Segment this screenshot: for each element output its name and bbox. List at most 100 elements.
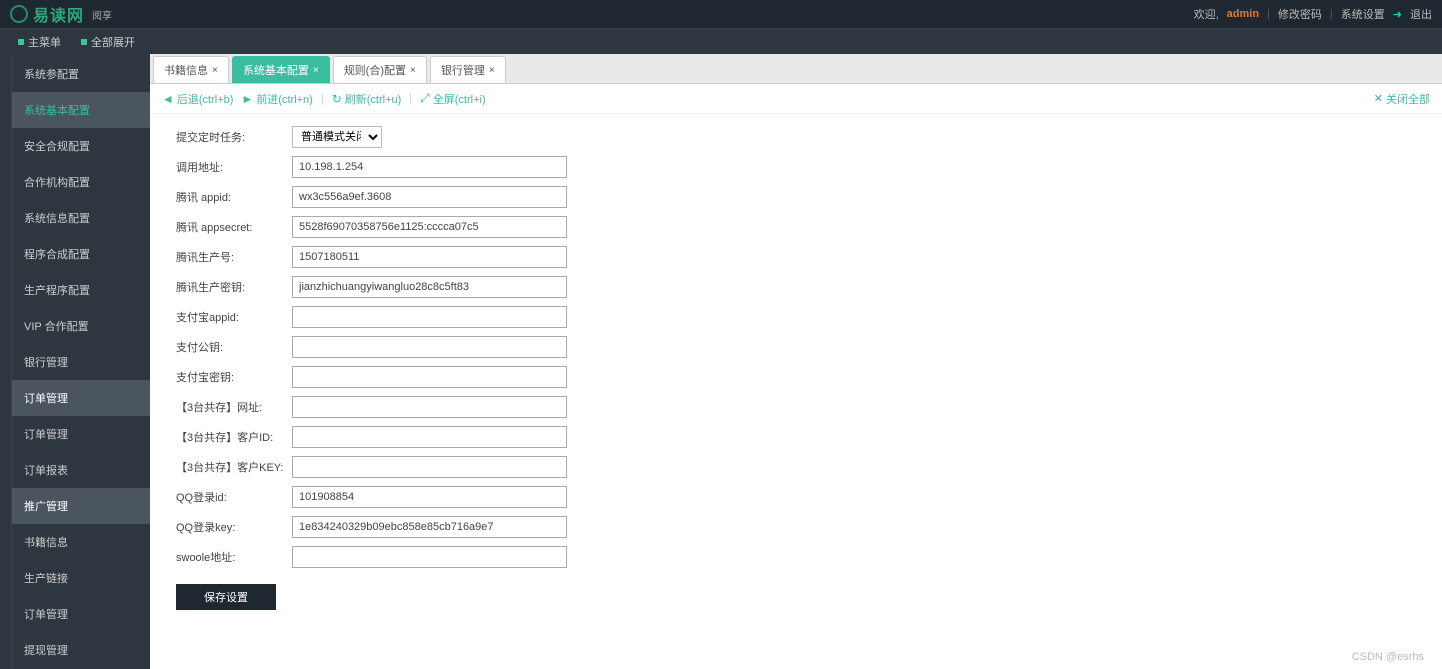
- label-callurl: 调用地址:: [176, 159, 292, 175]
- page-toolbar: ◄ 后退(ctrl+b) ► 前进(ctrl+n) | ↻ 刷新(ctrl+u)…: [150, 84, 1442, 114]
- label-paypub: 支付公钥:: [176, 339, 292, 355]
- menu-expand-all[interactable]: 全部展开: [81, 34, 135, 50]
- label-coexid: 【3台共存】客户ID:: [176, 429, 292, 445]
- sidebar-item-programgen[interactable]: 程序合成配置: [12, 236, 150, 272]
- form-row-alipaykey: 支付宝密钥:: [176, 366, 1416, 388]
- form-row-qqid: QQ登录id:: [176, 486, 1416, 508]
- form-row-callurl: 调用地址:: [176, 156, 1416, 178]
- label-qqkey: QQ登录key:: [176, 519, 292, 535]
- menu-expand-label: 全部展开: [91, 34, 135, 50]
- sidebar-item-orders2[interactable]: 订单管理: [12, 416, 150, 452]
- input-qqkey[interactable]: [292, 516, 567, 538]
- arrow-icon: ➜: [1393, 8, 1402, 21]
- back-button[interactable]: ◄ 后退(ctrl+b): [162, 91, 233, 107]
- dot-icon: [81, 39, 87, 45]
- sidebar-item-bookinfo[interactable]: 书籍信息: [12, 524, 150, 560]
- label-crontask: 提交定时任务:: [176, 129, 292, 145]
- tab-bookinfo[interactable]: 书籍信息 ×: [153, 56, 229, 83]
- input-callurl[interactable]: [292, 156, 567, 178]
- sidebar-item-bank[interactable]: 银行管理: [12, 344, 150, 380]
- form-row-appid: 腾讯 appid:: [176, 186, 1416, 208]
- input-alipayid[interactable]: [292, 306, 567, 328]
- logo-text: 易读网: [33, 2, 84, 26]
- input-mchkey[interactable]: [292, 276, 567, 298]
- form-area: 提交定时任务: 普通模式关闭 调用地址: 腾讯 appid: 腾讯 appsec…: [150, 114, 1442, 669]
- sidebar-item-vip[interactable]: VIP 合作配置: [12, 308, 150, 344]
- input-alipaykey[interactable]: [292, 366, 567, 388]
- sidebar-item-partner[interactable]: 合作机构配置: [12, 164, 150, 200]
- sidebar-item-withdraw[interactable]: 提现管理: [12, 632, 150, 668]
- form-row-qqkey: QQ登录key:: [176, 516, 1416, 538]
- input-appsecret[interactable]: [292, 216, 567, 238]
- body-wrap: 系统参配置 系统基本配置 安全合规配置 合作机构配置 系统信息配置 程序合成配置…: [0, 54, 1442, 669]
- tab-label: 银行管理: [441, 62, 485, 78]
- sidebar-item-promo[interactable]: 推广管理: [12, 488, 150, 524]
- username: admin: [1227, 8, 1259, 20]
- input-paypub[interactable]: [292, 336, 567, 358]
- logo: 易读网 阅享: [10, 2, 112, 26]
- link-settings[interactable]: 系统设置: [1341, 6, 1385, 22]
- save-button[interactable]: 保存设置: [176, 584, 276, 610]
- form-row-appsecret: 腾讯 appsecret:: [176, 216, 1416, 238]
- label-appsecret: 腾讯 appsecret:: [176, 219, 292, 235]
- sidebar-item-orders3[interactable]: 订单管理: [12, 596, 150, 632]
- input-mchid[interactable]: [292, 246, 567, 268]
- tab-bank[interactable]: 银行管理 ×: [430, 56, 506, 83]
- input-qqid[interactable]: [292, 486, 567, 508]
- tab-sysbasic[interactable]: 系统基本配置 ×: [232, 56, 330, 83]
- select-crontask[interactable]: 普通模式关闭: [292, 126, 382, 148]
- topbar: 易读网 阅享 欢迎, admin | 修改密码 | 系统设置 ➜ 退出: [0, 0, 1442, 28]
- fullscreen-label: 全屏(ctrl+i): [433, 91, 486, 107]
- sidebar-item-sysinfo[interactable]: 系统信息配置: [12, 200, 150, 236]
- close-all-label: 关闭全部: [1386, 91, 1430, 107]
- back-label: 后退(ctrl+b): [177, 91, 234, 107]
- menu-main[interactable]: 主菜单: [18, 34, 61, 50]
- label-mchid: 腾讯生产号:: [176, 249, 292, 265]
- forward-button[interactable]: ► 前进(ctrl+n): [241, 91, 312, 107]
- link-logout[interactable]: 退出: [1410, 6, 1432, 22]
- sidebar-item-sysbasic[interactable]: 系统基本配置: [12, 92, 150, 128]
- close-icon[interactable]: ×: [212, 65, 218, 76]
- form-row-coexkey: 【3台共存】客户KEY:: [176, 456, 1416, 478]
- tab-rules[interactable]: 规则(合)配置 ×: [333, 56, 427, 83]
- dot-icon: [18, 39, 24, 45]
- refresh-icon: ↻: [332, 92, 342, 106]
- input-swoole[interactable]: [292, 546, 567, 568]
- refresh-button[interactable]: ↻ 刷新(ctrl+u): [332, 91, 402, 107]
- sidebar-item-security[interactable]: 安全合规配置: [12, 128, 150, 164]
- label-alipaykey: 支付宝密钥:: [176, 369, 292, 385]
- label-mchkey: 腾讯生产密钥:: [176, 279, 292, 295]
- back-icon: ◄: [162, 92, 174, 106]
- close-icon[interactable]: ×: [313, 65, 319, 76]
- main: 书籍信息 × 系统基本配置 × 规则(合)配置 × 银行管理 × ◄ 后退(ct…: [150, 54, 1442, 669]
- link-change-pw[interactable]: 修改密码: [1278, 6, 1322, 22]
- forward-label: 前进(ctrl+n): [256, 91, 313, 107]
- form-row-crontask: 提交定时任务: 普通模式关闭: [176, 126, 1416, 148]
- label-qqid: QQ登录id:: [176, 489, 292, 505]
- form-row-alipayid: 支付宝appid:: [176, 306, 1416, 328]
- label-alipayid: 支付宝appid:: [176, 309, 292, 325]
- close-icon[interactable]: ×: [410, 65, 416, 76]
- forward-icon: ►: [241, 92, 253, 106]
- input-coexkey[interactable]: [292, 456, 567, 478]
- close-icon: ✕: [1374, 92, 1383, 105]
- sidebar-item-orders[interactable]: 订单管理: [12, 380, 150, 416]
- input-appid[interactable]: [292, 186, 567, 208]
- watermark: CSDN @esrhs: [1352, 651, 1424, 663]
- sep: |: [321, 93, 324, 105]
- sep: |: [1267, 8, 1270, 20]
- sidebar-item-prodprogram[interactable]: 生产程序配置: [12, 272, 150, 308]
- label-appid: 腾讯 appid:: [176, 189, 292, 205]
- sidebar: 系统参配置 系统基本配置 安全合规配置 合作机构配置 系统信息配置 程序合成配置…: [12, 54, 150, 669]
- sidebar-item-sysparam[interactable]: 系统参配置: [12, 56, 150, 92]
- close-icon[interactable]: ×: [489, 65, 495, 76]
- fullscreen-button[interactable]: ⤢ 全屏(ctrl+i): [420, 91, 485, 107]
- input-coexurl[interactable]: [292, 396, 567, 418]
- topbar-right: 欢迎, admin | 修改密码 | 系统设置 ➜ 退出: [1194, 6, 1432, 22]
- input-coexid[interactable]: [292, 426, 567, 448]
- sidebar-item-prodlink[interactable]: 生产链接: [12, 560, 150, 596]
- form-row-coexid: 【3台共存】客户ID:: [176, 426, 1416, 448]
- sidebar-item-orderreport[interactable]: 订单报表: [12, 452, 150, 488]
- close-all-button[interactable]: ✕ 关闭全部: [1374, 91, 1430, 107]
- menubar: 主菜单 全部展开: [0, 28, 1442, 54]
